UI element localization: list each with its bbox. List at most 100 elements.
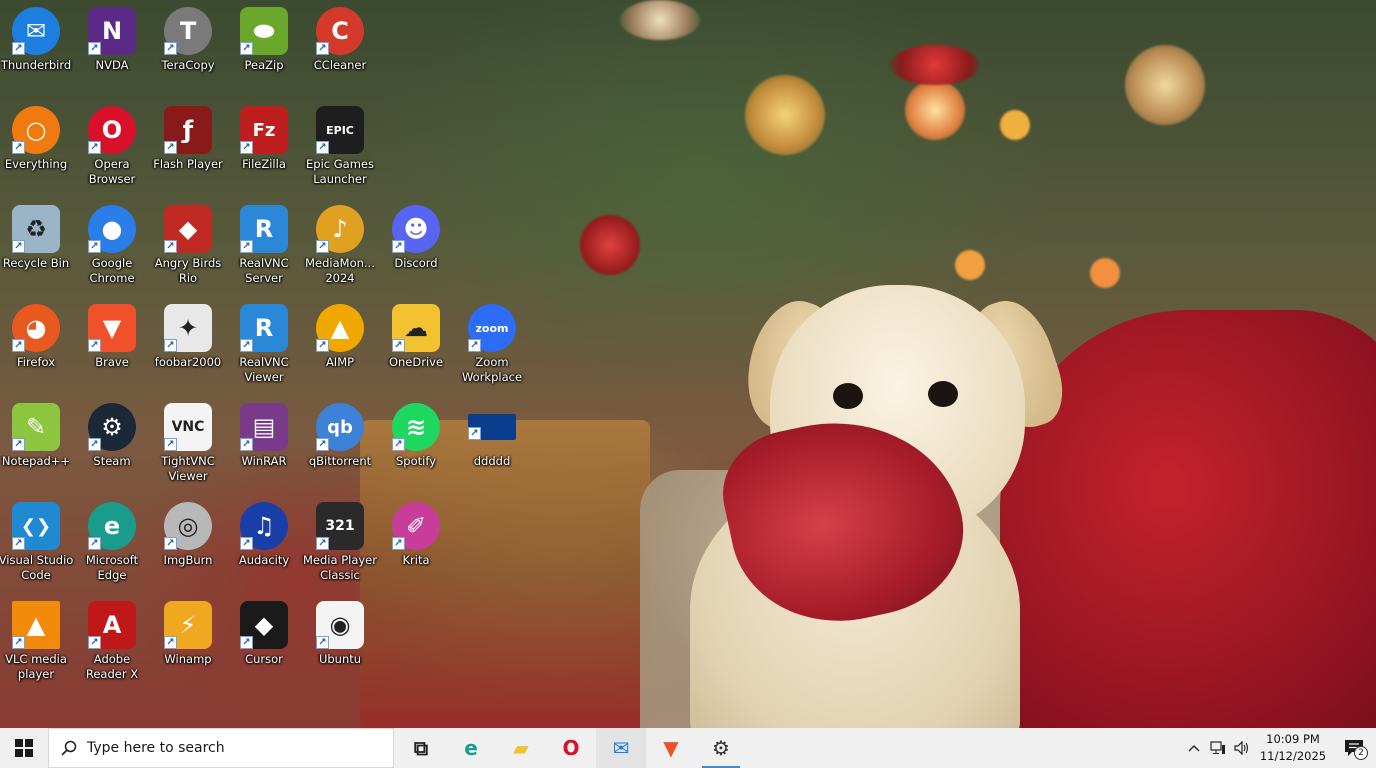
taskbar-app-opera[interactable]: O [546, 728, 596, 768]
show-hidden-icons-chevron-icon[interactable] [1182, 728, 1206, 768]
desktop-shortcut-krita[interactable]: ✐ ↗ Krita [378, 495, 454, 591]
network-icon[interactable] [1206, 728, 1230, 768]
edge-icon: e ↗ [88, 502, 136, 550]
desktop-shortcut-label: Discord [394, 256, 438, 270]
onedrive-icon: ☁ ↗ [392, 304, 440, 352]
brave-icon: ▼ [663, 736, 679, 760]
desktop-shortcut-recycle-bin[interactable]: ♻ ↗ Recycle Bin [0, 198, 74, 294]
desktop-shortcut-realvnc-viewer[interactable]: R ↗ RealVNC Viewer [226, 297, 302, 393]
desktop-shortcut-label: RealVNC Server [239, 256, 289, 285]
desktop-shortcut-filezilla[interactable]: Fz ↗ FileZilla [226, 99, 302, 195]
angry-birds-icon: ◆ ↗ [164, 205, 212, 253]
vlc-icon: ▲ ↗ [12, 601, 60, 649]
folder-icon: ▰ [513, 736, 529, 760]
aimp-icon: ▲ ↗ [316, 304, 364, 352]
shortcut-arrow-icon: ↗ [316, 141, 329, 154]
taskbar-search-box[interactable]: Type here to search [48, 728, 394, 768]
desktop-shortcut-tightvnc[interactable]: VNC ↗ TightVNC Viewer [150, 396, 226, 492]
taskbar-app-edge[interactable]: e [446, 728, 496, 768]
desktop[interactable]: ✉ ↗ Thunderbird N ↗ NVDA T ↗ TeraCopy ⬬ ↗ PeaZip C ↗ C… [0, 0, 1376, 728]
image-file-icon: ↗ [468, 414, 516, 440]
thunderbird-icon: ✉ ↗ [12, 7, 60, 55]
desktop-shortcut-realvnc-server[interactable]: R ↗ RealVNC Server [226, 198, 302, 294]
desktop-shortcut-label: Spotify [396, 454, 436, 468]
wallpaper-ornament [580, 215, 640, 275]
taskbar-pinned-apps: ⧉ e ▰ O ✉ ▼ ⚙ [396, 728, 746, 768]
media-player-classic-icon: 321 ↗ [316, 502, 364, 550]
desktop-shortcut-qbittorrent[interactable]: qb ↗ qBittorrent [302, 396, 378, 492]
desktop-shortcut-winamp[interactable]: ⚡ ↗ Winamp [150, 594, 226, 690]
shortcut-arrow-icon: ↗ [240, 438, 253, 451]
shortcut-arrow-icon: ↗ [316, 42, 329, 55]
desktop-shortcut-epic-games[interactable]: EPIC ↗ Epic Games Launcher [302, 99, 378, 195]
desktop-shortcut-label: Cursor [245, 652, 283, 666]
wallpaper-ornament [1125, 45, 1205, 125]
flash-player-icon: ƒ ↗ [164, 106, 212, 154]
shortcut-arrow-icon: ↗ [164, 339, 177, 352]
taskbar: Type here to search ⧉ e ▰ O ✉ ▼ ⚙ 10:09 PM 11/… [0, 728, 1376, 768]
start-button[interactable] [0, 728, 48, 768]
mediamonkey-icon: ♪ ↗ [316, 205, 364, 253]
wallpaper-ornament [890, 45, 980, 85]
realvnc-viewer-icon: R ↗ [240, 304, 288, 352]
epic-games-icon: EPIC ↗ [316, 106, 364, 154]
desktop-shortcut-edge[interactable]: e ↗ Microsoft Edge [74, 495, 150, 591]
system-tray: 10:09 PM 11/12/2025 2 [1182, 728, 1376, 768]
taskbar-app-file-explorer[interactable]: ▰ [496, 728, 546, 768]
desktop-shortcut-onedrive[interactable]: ☁ ↗ OneDrive [378, 297, 454, 393]
taskbar-app-settings[interactable]: ⚙ [696, 728, 746, 768]
desktop-shortcut-brave[interactable]: ▼ ↗ Brave [74, 297, 150, 393]
desktop-shortcut-ccleaner[interactable]: C ↗ CCleaner [302, 0, 378, 96]
action-center-button[interactable]: 2 [1332, 728, 1376, 768]
desktop-shortcut-flash-player[interactable]: ƒ ↗ Flash Player [150, 99, 226, 195]
desktop-shortcut-cursor[interactable]: ◆ ↗ Cursor [226, 594, 302, 690]
desktop-shortcut-winrar[interactable]: ▤ ↗ WinRAR [226, 396, 302, 492]
shortcut-arrow-icon: ↗ [88, 240, 101, 253]
desktop-shortcut-imgburn[interactable]: ◎ ↗ ImgBurn [150, 495, 226, 591]
desktop-shortcut-label: Adobe Reader X [85, 652, 139, 681]
desktop-shortcut-angry-birds[interactable]: ◆ ↗ Angry Birds Rio [150, 198, 226, 294]
shortcut-arrow-icon: ↗ [12, 438, 25, 451]
desktop-shortcut-adobe-reader[interactable]: A ↗ Adobe Reader X [74, 594, 150, 690]
taskbar-app-brave[interactable]: ▼ [646, 728, 696, 768]
desktop-shortcut-peazip[interactable]: ⬬ ↗ PeaZip [226, 0, 302, 96]
shortcut-arrow-icon: ↗ [164, 537, 177, 550]
taskbar-clock[interactable]: 10:09 PM 11/12/2025 [1254, 731, 1332, 765]
desktop-shortcut-firefox[interactable]: ◕ ↗ Firefox [0, 297, 74, 393]
volume-icon[interactable] [1230, 728, 1254, 768]
desktop-shortcut-foobar2000[interactable]: ✦ ↗ foobar2000 [150, 297, 226, 393]
desktop-shortcut-image-file[interactable]: ↗ ddddd [454, 396, 530, 492]
desktop-shortcut-label: VLC media player [5, 652, 67, 681]
desktop-shortcut-aimp[interactable]: ▲ ↗ AIMP [302, 297, 378, 393]
shortcut-arrow-icon: ↗ [88, 636, 101, 649]
desktop-shortcut-nvda[interactable]: N ↗ NVDA [74, 0, 150, 96]
desktop-shortcut-steam[interactable]: ⚙ ↗ Steam [74, 396, 150, 492]
shortcut-arrow-icon: ↗ [164, 240, 177, 253]
desktop-shortcut-ubuntu-file[interactable]: ◉ ↗ Ubuntu [302, 594, 378, 690]
shortcut-arrow-icon: ↗ [88, 141, 101, 154]
foobar2000-icon: ✦ ↗ [164, 304, 212, 352]
desktop-shortcut-chrome[interactable]: ● ↗ Google Chrome [74, 198, 150, 294]
taskbar-app-thunderbird[interactable]: ✉ [596, 728, 646, 768]
desktop-shortcut-media-player-classic[interactable]: 321 ↗ Media Player Classic [302, 495, 378, 591]
desktop-shortcut-everything-search[interactable]: ○ ↗ Everything [0, 99, 74, 195]
desktop-shortcut-thunderbird[interactable]: ✉ ↗ Thunderbird [0, 0, 74, 96]
desktop-shortcut-vlc[interactable]: ▲ ↗ VLC media player [0, 594, 74, 690]
desktop-shortcut-discord[interactable]: ☻ ↗ Discord [378, 198, 454, 294]
desktop-shortcut-label: Microsoft Edge [85, 553, 139, 582]
shortcut-arrow-icon: ↗ [88, 42, 101, 55]
wallpaper-light [905, 80, 965, 140]
desktop-shortcut-spotify[interactable]: ≋ ↗ Spotify [378, 396, 454, 492]
nvda-icon: N ↗ [88, 7, 136, 55]
desktop-shortcut-notepad-plus-plus[interactable]: ✎ ↗ Notepad++ [0, 396, 74, 492]
desktop-shortcut-label: Thunderbird [0, 58, 72, 72]
desktop-shortcut-vscode[interactable]: ❮❯ ↗ Visual Studio Code [0, 495, 74, 591]
desktop-shortcut-label: Flash Player [153, 157, 223, 171]
desktop-shortcut-audacity[interactable]: ♫ ↗ Audacity [226, 495, 302, 591]
desktop-shortcut-zoom[interactable]: zoom ↗ Zoom Workplace [454, 297, 530, 393]
taskbar-app-task-view[interactable]: ⧉ [396, 728, 446, 768]
desktop-shortcut-teracopy[interactable]: T ↗ TeraCopy [150, 0, 226, 96]
desktop-shortcut-mediamonkey[interactable]: ♪ ↗ MediaMon... 2024 [302, 198, 378, 294]
desktop-shortcut-opera[interactable]: O ↗ Opera Browser [74, 99, 150, 195]
winamp-icon: ⚡ ↗ [164, 601, 212, 649]
